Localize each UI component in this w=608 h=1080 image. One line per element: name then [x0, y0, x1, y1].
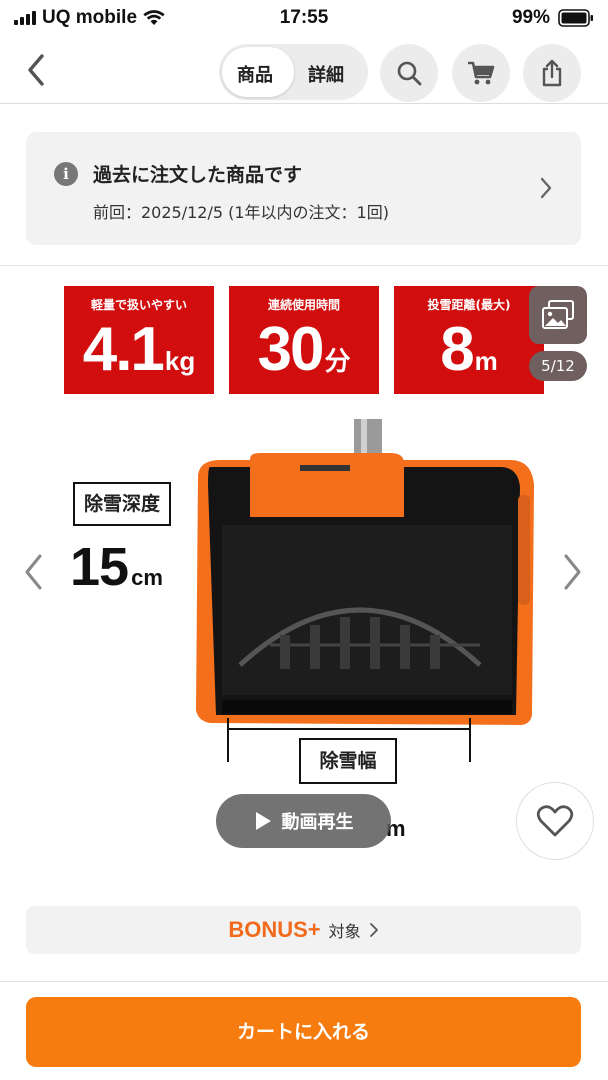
view-tabs: 商品 詳細 — [219, 44, 368, 100]
previous-image-icon[interactable] — [22, 552, 46, 592]
favorite-button[interactable] — [516, 782, 594, 860]
product-page: UQ mobile 17:55 99% 商品 詳細 i 過去に注文した商品です … — [0, 0, 608, 1080]
bonus-target-label: 対象 — [328, 922, 361, 941]
battery-percent: 99% — [511, 7, 550, 28]
width-tick-left — [227, 718, 229, 762]
depth-value: 15 cm — [70, 537, 163, 597]
chevron-right-icon — [369, 923, 378, 937]
add-to-cart-button[interactable]: カートに入れる — [26, 997, 581, 1067]
status-bar: UQ mobile 17:55 99% — [0, 0, 608, 34]
bonus-logo: BONUS+ — [228, 917, 321, 942]
divider — [0, 265, 608, 266]
divider — [0, 981, 608, 982]
spec-runtime-label: 連続使用時間 — [267, 298, 340, 312]
chevron-right-icon — [540, 177, 552, 199]
cart-button[interactable] — [452, 44, 510, 102]
search-button[interactable] — [380, 44, 438, 102]
header-bar: 商品 詳細 — [0, 36, 608, 104]
gallery-button[interactable] — [529, 286, 587, 344]
spec-throw-value: 8m — [440, 315, 498, 384]
image-counter: 5/12 — [529, 351, 587, 381]
play-video-label: 動画再生 — [281, 812, 354, 833]
spec-throw-distance: 投雪距離(最大) 8m — [394, 286, 544, 394]
spec-weight: 軽量で扱いやすい 4.1kg — [64, 286, 214, 394]
back-icon[interactable] — [18, 50, 54, 90]
width-tick-right — [469, 718, 471, 762]
notice-subtitle: 前回：2025/12/5 (1年以内の注文：1回) — [93, 203, 389, 222]
search-icon — [397, 61, 422, 86]
spec-weight-value: 4.1kg — [82, 315, 196, 384]
spec-weight-label: 軽量で扱いやすい — [90, 298, 187, 312]
heart-icon — [536, 805, 574, 837]
depth-label: 除雪深度 — [73, 482, 171, 526]
share-icon — [542, 59, 562, 87]
past-order-notice[interactable]: i 過去に注文した商品です 前回：2025/12/5 (1年以内の注文：1回) — [26, 132, 581, 245]
image-gallery-icon — [542, 300, 574, 329]
spec-throw-label: 投雪距離(最大) — [427, 298, 511, 312]
product-photo — [196, 419, 534, 725]
next-image-icon[interactable] — [560, 552, 584, 592]
share-button[interactable] — [523, 44, 581, 102]
play-video-button[interactable]: 動画再生 — [216, 794, 391, 848]
battery-icon — [558, 9, 593, 27]
notice-title: 過去に注文した商品です — [93, 164, 303, 186]
tab-product[interactable]: 商品 — [237, 61, 273, 87]
battery-group: 99% — [512, 7, 594, 29]
cart-icon — [468, 61, 495, 85]
spec-runtime: 連続使用時間 30分 — [229, 286, 379, 394]
width-label: 除雪幅 — [299, 738, 397, 784]
spec-runtime-value: 30分 — [257, 315, 351, 384]
play-icon — [255, 812, 271, 830]
info-icon: i — [54, 162, 78, 186]
bonus-banner[interactable]: BONUS+ 対象 — [26, 906, 581, 954]
width-dimension-line — [228, 728, 470, 730]
tab-details[interactable]: 詳細 — [308, 61, 344, 87]
